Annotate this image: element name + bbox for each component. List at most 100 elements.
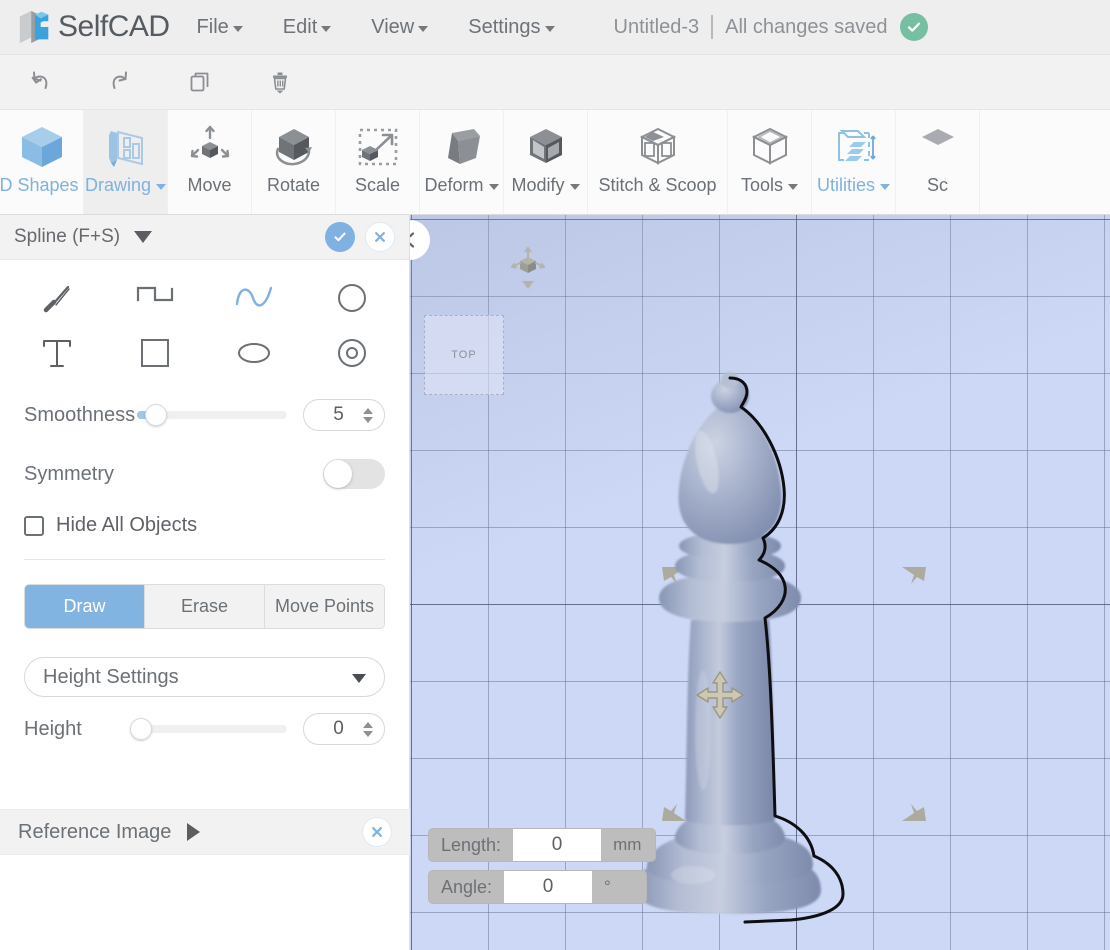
page-title: Spline (F+S) [14, 226, 120, 248]
height-settings-label: Height Settings [43, 666, 179, 689]
menu-item-edit[interactable]: Edit [270, 0, 344, 54]
save-status-text: All changes saved [713, 16, 887, 39]
brush-icon [36, 278, 78, 320]
symmetry-label: Symmetry [24, 463, 114, 486]
draw-mode-segmented-control: Draw Erase Move Points [24, 584, 385, 629]
angle-field-unit: ° [592, 871, 646, 903]
reference-image-bar[interactable]: Reference Image [0, 809, 410, 855]
menu-item-settings[interactable]: Settings [455, 0, 567, 54]
ribbon-item-stitch-scoop[interactable]: Stitch & Scoop [588, 110, 728, 214]
ribbon-item-move[interactable]: Move [168, 110, 252, 214]
triangle-down-icon[interactable] [134, 231, 152, 243]
divider [24, 559, 385, 560]
ribbon-item-deform[interactable]: Deform [420, 110, 504, 214]
polyline-tool[interactable] [106, 276, 204, 322]
menu-item-settings-label: Settings [468, 16, 540, 39]
ribbon-item-drawing[interactable]: Drawing [84, 110, 168, 214]
chevron-down-icon [321, 26, 331, 32]
confirm-button[interactable] [325, 222, 355, 252]
view-plane-top[interactable]: TOP [424, 315, 504, 395]
ribbon-item-scene[interactable]: Sc [896, 110, 980, 214]
mode-move-points-button[interactable]: Move Points [264, 585, 384, 628]
checkbox-icon [24, 516, 44, 536]
close-icon [369, 824, 385, 840]
ribbon-item-3d-shapes[interactable]: 3D Shapes [0, 110, 84, 214]
length-field-unit: mm [601, 829, 655, 861]
scale-cube-icon [352, 121, 404, 173]
height-label: Height [24, 718, 134, 741]
symmetry-toggle[interactable] [323, 459, 385, 489]
ribbon-item-rotate-label: Rotate [267, 175, 320, 196]
check-circle-icon [900, 13, 928, 41]
triangle-right-icon[interactable] [187, 823, 200, 841]
height-settings-select[interactable]: Height Settings [24, 657, 385, 697]
selfcad-logo-icon [16, 8, 54, 46]
delete-button[interactable] [240, 55, 320, 109]
view-plane-label: TOP [451, 349, 476, 361]
rotate-cube-icon [268, 121, 320, 173]
tools-cube-icon [744, 121, 796, 173]
rectangle-tool[interactable] [106, 330, 204, 376]
ribbon-item-modify[interactable]: Modify [504, 110, 588, 214]
stepper-arrows-icon[interactable] [363, 722, 384, 737]
circle-tool[interactable] [303, 276, 401, 322]
ribbon-item-scale[interactable]: Scale [336, 110, 420, 214]
chevron-down-icon [545, 26, 555, 32]
ribbon-item-utilities[interactable]: Utilities [812, 110, 896, 214]
deform-cube-icon [436, 121, 488, 173]
ellipse-tool[interactable] [205, 330, 303, 376]
symmetry-row: Symmetry [0, 444, 409, 504]
document-title[interactable]: Untitled-3 [614, 16, 712, 39]
polyline-icon [132, 278, 178, 320]
smoothness-slider[interactable] [137, 411, 287, 419]
height-row: Height 0 [0, 697, 409, 761]
height-stepper[interactable]: 0 [303, 713, 385, 745]
smoothness-label: Smoothness [24, 404, 135, 427]
selfcad-app: SelfCAD File Edit View Settings Untitled… [0, 0, 1110, 950]
text-tool[interactable] [8, 330, 106, 376]
freehand-brush-tool[interactable] [8, 276, 106, 322]
redo-button[interactable] [80, 55, 160, 109]
cancel-button[interactable] [365, 222, 395, 252]
height-slider[interactable] [134, 725, 287, 733]
copy-button[interactable] [160, 55, 240, 109]
menu-item-view-label: View [371, 16, 414, 39]
ribbon-item-scale-label: Scale [355, 175, 400, 196]
panel-header: Spline (F+S) [0, 215, 409, 260]
brand[interactable]: SelfCAD [0, 8, 170, 46]
ribbon-item-tools[interactable]: Tools [728, 110, 812, 214]
length-field-value[interactable]: 0 [513, 829, 601, 861]
modify-cube-icon [520, 121, 572, 173]
hide-all-objects-checkbox[interactable]: Hide All Objects [0, 504, 409, 537]
smoothness-stepper[interactable]: 5 [303, 399, 385, 431]
donut-icon [331, 332, 373, 374]
left-tool-panel: Spline (F+S) [0, 215, 410, 950]
ribbon-item-move-label: Move [187, 175, 231, 196]
viewport-3d[interactable]: TOP [410, 215, 1110, 950]
ribbon-item-deform-label: Deform [424, 175, 483, 196]
angle-field[interactable]: Angle: 0 ° [428, 870, 647, 904]
caret-down-icon [352, 674, 366, 683]
menu-item-edit-label: Edit [283, 16, 317, 39]
undo-button[interactable] [0, 55, 80, 109]
mode-draw-button[interactable]: Draw [25, 585, 144, 628]
brand-text: SelfCAD [58, 10, 170, 44]
reference-image-close-button[interactable] [362, 817, 392, 847]
menu-item-view[interactable]: View [358, 0, 441, 54]
axis-gizmo-icon[interactable] [508, 243, 548, 300]
ring-tool[interactable] [303, 330, 401, 376]
spline-tool[interactable] [205, 276, 303, 322]
angle-field-value[interactable]: 0 [504, 871, 592, 903]
utilities-layers-icon [828, 121, 880, 173]
height-value: 0 [304, 718, 363, 740]
document-status-area: Untitled-3 All changes saved [614, 13, 929, 41]
length-field[interactable]: Length: 0 mm [428, 828, 656, 862]
mode-erase-button[interactable]: Erase [144, 585, 264, 628]
menu-item-file[interactable]: File [184, 0, 256, 54]
stepper-arrows-icon[interactable] [363, 408, 384, 423]
spline-curve-icon [231, 278, 277, 320]
ribbon-item-stitch-scoop-label: Stitch & Scoop [598, 175, 716, 196]
ribbon-item-rotate[interactable]: Rotate [252, 110, 336, 214]
length-field-label: Length: [429, 829, 513, 861]
quick-toolbar [0, 55, 1110, 110]
